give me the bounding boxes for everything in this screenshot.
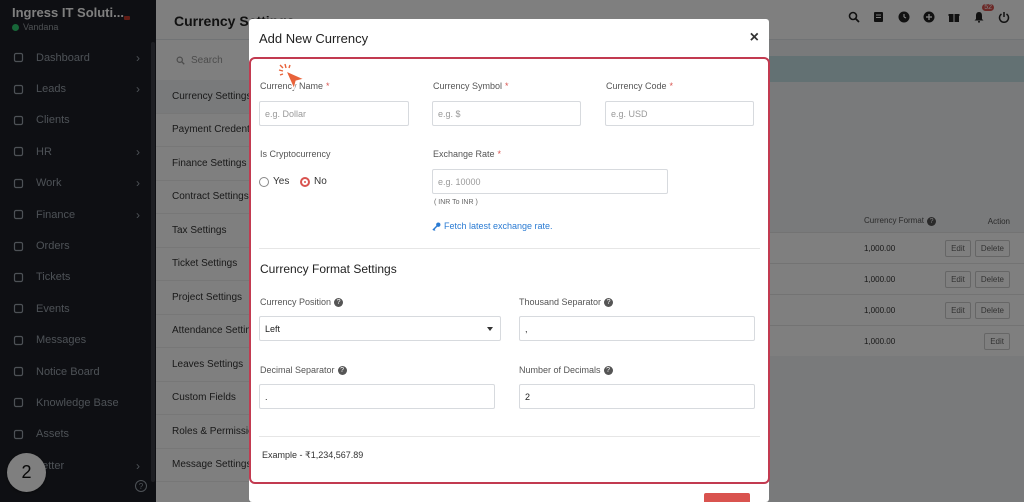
close-icon[interactable]: ×	[750, 29, 759, 47]
currency-name-input[interactable]: e.g. Dollar	[259, 101, 409, 126]
info-icon: ?	[603, 366, 613, 376]
modal-title: Add New Currency	[259, 30, 369, 46]
modal-header: Add New Currency ×	[249, 19, 769, 57]
info-icon: ?	[334, 298, 344, 308]
crypto-no-radio[interactable]	[300, 176, 310, 187]
exchange-rate-hint: ( INR To INR )	[434, 199, 478, 206]
crypto-yes-label: Yes	[273, 176, 290, 187]
thousand-separator-label: Thousand Separator?	[519, 297, 614, 308]
currency-position-value: Left	[265, 323, 281, 334]
crypto-no-option[interactable]: No	[300, 176, 327, 187]
click-cursor-icon	[278, 63, 306, 91]
app-root: Ingress IT Soluti... Vandana Dashboard›L…	[0, 0, 1024, 502]
format-example: Example - ₹1,234,567.89	[262, 450, 364, 460]
section-divider	[259, 436, 760, 437]
crypto-yes-radio[interactable]	[259, 176, 269, 187]
currency-position-select[interactable]: Left	[259, 316, 501, 341]
fetch-exchange-rate-link[interactable]: Fetch latest exchange rate.	[432, 221, 553, 231]
currency-symbol-label: Currency Symbol *	[433, 81, 509, 91]
key-icon	[432, 222, 441, 231]
info-icon: ?	[337, 366, 347, 376]
modal-body: Currency Name * e.g. Dollar Currency Symb…	[249, 57, 770, 484]
currency-code-input[interactable]: e.g. USD	[605, 101, 754, 126]
info-icon: ?	[604, 298, 614, 308]
exchange-rate-label: Exchange Rate *	[433, 149, 502, 159]
add-currency-modal: Add New Currency × Currency Name * e.g. D…	[249, 19, 770, 502]
number-of-decimals-input[interactable]: 2	[519, 384, 755, 409]
number-of-decimals-label: Number of Decimals?	[519, 365, 613, 376]
currency-position-label: Currency Position?	[260, 297, 344, 308]
save-button[interactable]	[704, 493, 750, 502]
is-crypto-label: Is Cryptocurrency	[260, 149, 331, 159]
section-divider	[259, 248, 760, 249]
crypto-yes-option[interactable]: Yes	[259, 176, 289, 187]
chevron-down-icon	[487, 327, 493, 331]
format-section-title: Currency Format Settings	[260, 262, 397, 276]
currency-code-label: Currency Code *	[606, 81, 674, 91]
exchange-rate-input[interactable]: e.g. 10000	[432, 169, 668, 194]
decimal-separator-label: Decimal Separator?	[260, 365, 347, 376]
currency-symbol-input[interactable]: e.g. $	[432, 101, 581, 126]
thousand-separator-input[interactable]: ,	[519, 316, 755, 341]
decimal-separator-input[interactable]: .	[259, 384, 495, 409]
crypto-no-label: No	[314, 176, 327, 187]
